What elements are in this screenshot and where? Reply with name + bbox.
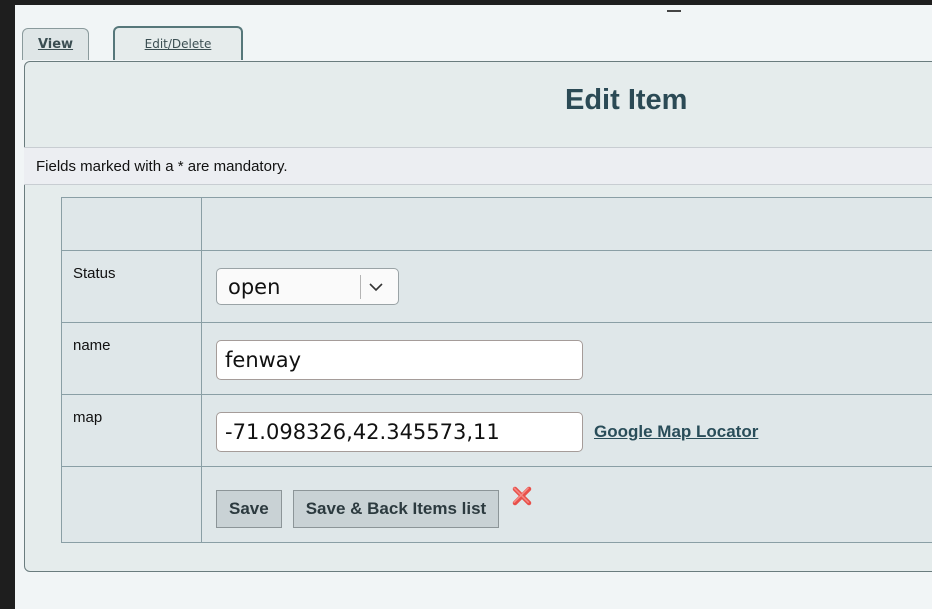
chevron-down-icon — [369, 283, 383, 292]
save-back-button[interactable]: Save & Back Items list — [292, 490, 500, 528]
map-field-row: Google Map Locator — [216, 395, 932, 452]
close-icon[interactable] — [510, 484, 534, 508]
name-label: name — [61, 322, 202, 395]
tab-edit-delete[interactable]: Edit/Delete — [113, 26, 243, 60]
tab-view[interactable]: View — [22, 28, 89, 60]
map-label: map — [61, 394, 202, 467]
mandatory-note: Fields marked with a * are mandatory. — [24, 147, 932, 185]
actions-cell: Save Save & Back Items list — [201, 466, 932, 543]
actions-row: Save Save & Back Items list — [61, 466, 932, 543]
top-marker — [667, 10, 681, 12]
map-cell: Google Map Locator — [201, 394, 932, 467]
select-separator — [360, 275, 361, 299]
status-row: Status open — [61, 250, 932, 323]
map-input[interactable] — [216, 412, 583, 452]
name-cell — [201, 322, 932, 395]
actions-field-row: Save Save & Back Items list — [216, 467, 932, 528]
page: View Edit/Delete Edit Item Fields marked… — [15, 5, 932, 609]
map-row: map Google Map Locator — [61, 394, 932, 467]
page-title: Edit Item — [565, 84, 688, 116]
status-select[interactable]: open — [216, 268, 399, 305]
edit-panel: Edit Item Fields marked with a * are man… — [24, 61, 932, 572]
header-cell-field — [201, 197, 932, 251]
actions-label-cell — [61, 466, 202, 543]
google-map-locator-link[interactable]: Google Map Locator — [594, 422, 758, 442]
form-header-row — [61, 197, 932, 251]
status-label: Status — [61, 250, 202, 323]
edit-form-table: Status open name map — [61, 197, 932, 543]
header-cell-label — [61, 197, 202, 251]
save-button[interactable]: Save — [216, 490, 282, 528]
status-cell: open — [201, 250, 932, 323]
name-row: name — [61, 322, 932, 395]
name-input[interactable] — [216, 340, 583, 380]
status-selected-value: open — [228, 275, 281, 299]
